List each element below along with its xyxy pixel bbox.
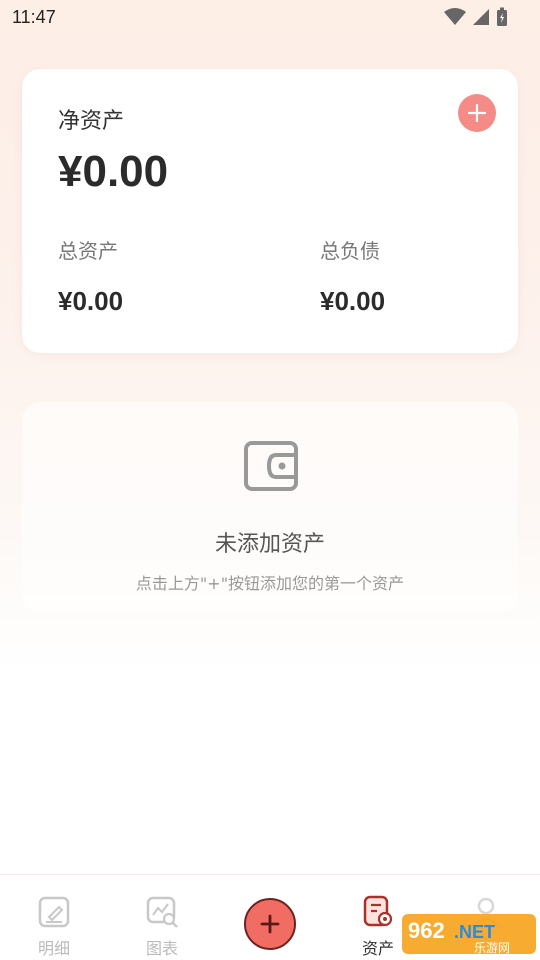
- wallet-icon: [244, 441, 298, 491]
- status-bar: 11:47: [0, 0, 540, 34]
- empty-state-title: 未添加资产: [214, 532, 325, 557]
- total-assets-block: 总资产 ¥0.00: [58, 235, 123, 317]
- total-liabilities-block: 总负债 ¥0.00: [320, 235, 385, 317]
- total-liabilities-value: ¥0.00: [320, 286, 386, 316]
- net-assets-label: 净资产: [58, 109, 125, 134]
- edit-note-icon: [38, 896, 70, 928]
- watermark-subtitle: 乐游网: [474, 941, 510, 955]
- cell-signal-icon: [473, 9, 489, 25]
- chart-search-icon: [146, 896, 178, 928]
- plus-icon: [260, 914, 280, 934]
- battery-icon: [497, 7, 507, 26]
- watermark-logo: 962 .NET 乐游网: [402, 914, 536, 955]
- add-asset-button[interactable]: [458, 94, 496, 132]
- plus-icon: [467, 103, 487, 123]
- net-assets-card: 净资产 ¥0.00 总资产 ¥0.00 总负债 ¥0.00: [22, 69, 518, 353]
- tab-charts[interactable]: 图表: [108, 875, 216, 960]
- tab-details-label: 明细: [37, 939, 70, 958]
- tab-details[interactable]: 明细: [0, 875, 108, 960]
- tab-assets-label: 资产: [361, 939, 394, 958]
- tab-charts-label: 图表: [145, 939, 178, 958]
- wifi-icon: [444, 8, 466, 25]
- total-liabilities-label: 总负债: [320, 239, 380, 263]
- watermark-number: 962: [408, 918, 445, 943]
- total-assets-value: ¥0.00: [58, 286, 124, 316]
- total-assets-label: 总资产: [58, 239, 118, 263]
- center-add-button[interactable]: [244, 898, 296, 950]
- asset-doc-icon: [363, 895, 393, 927]
- watermark-suffix: .NET: [454, 922, 495, 942]
- status-icons: [444, 7, 508, 27]
- status-time: 11:47: [12, 6, 56, 27]
- empty-state-hint: 点击上方"+"按钮添加您的第一个资产: [135, 574, 405, 593]
- empty-state: 未添加资产 点击上方"+"按钮添加您的第一个资产: [22, 402, 518, 612]
- net-assets-value: ¥0.00: [58, 147, 169, 196]
